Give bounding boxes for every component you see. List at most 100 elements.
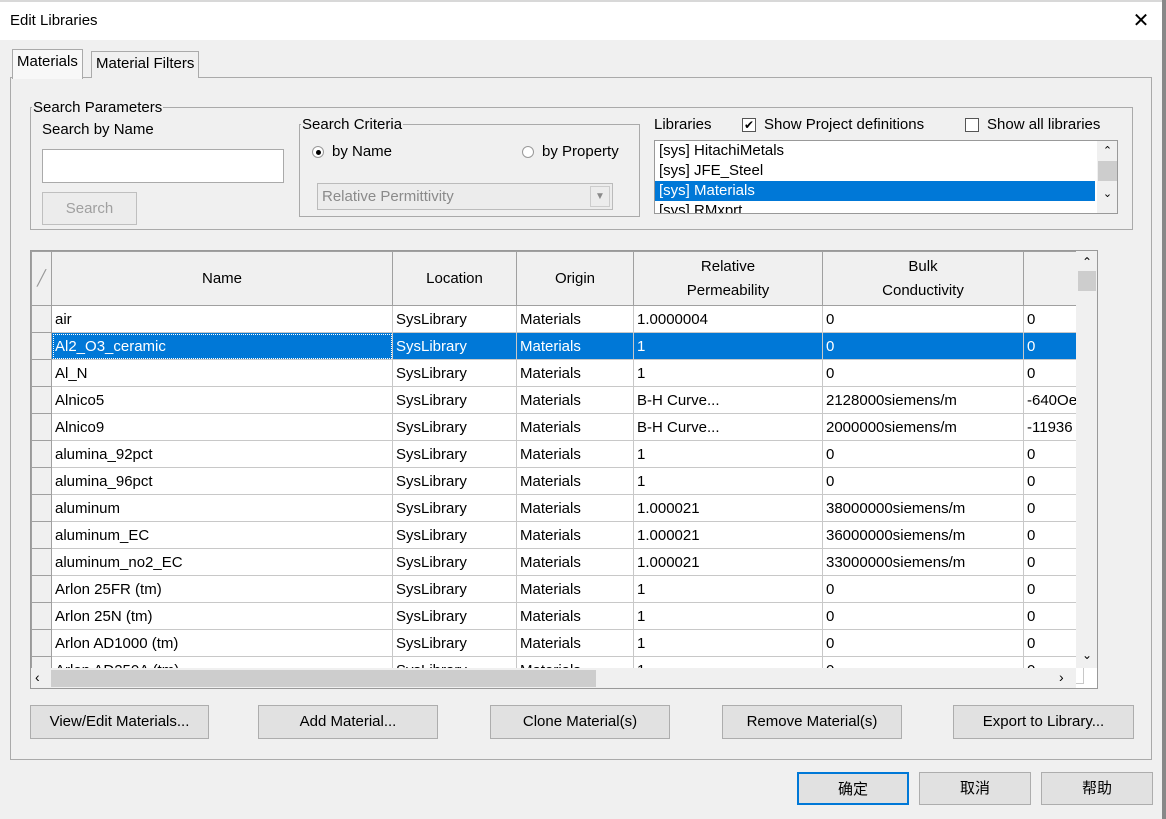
cell-bulk-conductivity[interactable]: 2000000siemens/m — [822, 413, 1024, 441]
cell-bulk-conductivity[interactable]: 0 — [822, 440, 1024, 468]
cell-bulk-conductivity[interactable]: 33000000siemens/m — [822, 548, 1024, 576]
cell-origin[interactable]: Materials — [516, 629, 634, 657]
table-row[interactable]: aluminum_no2_EC SysLibrary Materials 1.0000… — [31, 548, 1084, 576]
cell-bulk-conductivity[interactable]: 0 — [822, 602, 1024, 630]
row-header[interactable] — [31, 548, 52, 576]
cell-name[interactable]: aluminum — [51, 494, 393, 522]
remove-materials-button[interactable]: Remove Material(s) — [722, 705, 902, 739]
cancel-button[interactable]: 取消 — [919, 772, 1031, 805]
cell-bulk-conductivity[interactable]: 0 — [822, 575, 1024, 603]
list-item[interactable]: [sys] HitachiMetals — [655, 141, 1095, 161]
row-header[interactable] — [31, 602, 52, 630]
show-all-checkbox[interactable]: Show all libraries — [965, 116, 1100, 133]
column-header-location[interactable]: Location — [392, 251, 517, 306]
cell-bulk-conductivity[interactable]: 0 — [822, 467, 1024, 495]
cell-name[interactable]: Al_N — [51, 359, 393, 387]
property-select[interactable]: Relative Permittivity ▼ — [317, 183, 613, 210]
cell-bulk-conductivity[interactable]: 2128000siemens/m — [822, 386, 1024, 414]
cell-extra[interactable]: 0 — [1023, 332, 1084, 360]
cell-name[interactable]: Alnico9 — [51, 413, 393, 441]
scroll-thumb[interactable] — [1098, 161, 1117, 181]
cell-name[interactable]: alumina_92pct — [51, 440, 393, 468]
cell-extra[interactable]: -11936 — [1023, 413, 1084, 441]
cell-origin[interactable]: Materials — [516, 521, 634, 549]
row-header[interactable] — [31, 332, 52, 360]
cell-location[interactable]: SysLibrary — [392, 359, 517, 387]
radio-by-property[interactable]: by Property — [522, 143, 619, 160]
clone-materials-button[interactable]: Clone Material(s) — [490, 705, 670, 739]
table-vertical-scrollbar[interactable]: ⌃ ⌄ — [1076, 251, 1097, 668]
cell-relative-permeability[interactable]: 1.000021 — [633, 494, 823, 522]
cell-location[interactable]: SysLibrary — [392, 305, 517, 333]
radio-by-name[interactable]: by Name — [312, 143, 392, 160]
cell-origin[interactable]: Materials — [516, 467, 634, 495]
cell-location[interactable]: SysLibrary — [392, 413, 517, 441]
column-header-name[interactable]: Name — [51, 251, 393, 306]
cell-name[interactable]: aluminum_no2_EC — [51, 548, 393, 576]
export-to-library-button[interactable]: Export to Library... — [953, 705, 1134, 739]
table-row[interactable]: Al_N SysLibrary Materials 1 0 0 — [31, 359, 1084, 387]
scroll-thumb[interactable] — [51, 670, 596, 687]
row-header[interactable] — [31, 305, 52, 333]
sort-header-corner[interactable]: ╱ — [31, 251, 52, 306]
table-row[interactable]: alumina_96pct SysLibrary Materials 1 0 0 — [31, 467, 1084, 495]
cell-origin[interactable]: Materials — [516, 602, 634, 630]
libraries-list[interactable]: [sys] HitachiMetals [sys] JFE_Steel [sys… — [654, 140, 1118, 214]
cell-extra[interactable]: 0 — [1023, 305, 1084, 333]
cell-bulk-conductivity[interactable]: 0 — [822, 629, 1024, 657]
cell-relative-permeability[interactable]: 1 — [633, 332, 823, 360]
list-item[interactable]: [sys] Materials — [655, 181, 1095, 201]
row-header[interactable] — [31, 494, 52, 522]
cell-name[interactable]: aluminum_EC — [51, 521, 393, 549]
table-horizontal-scrollbar[interactable]: ‹ › — [31, 668, 1076, 688]
cell-origin[interactable]: Materials — [516, 494, 634, 522]
column-header-relative-permeability[interactable]: Relative Permeability — [633, 251, 823, 306]
cell-location[interactable]: SysLibrary — [392, 575, 517, 603]
cell-origin[interactable]: Materials — [516, 548, 634, 576]
ok-button[interactable]: 确定 — [797, 772, 909, 805]
cell-location[interactable]: SysLibrary — [392, 629, 517, 657]
cell-relative-permeability[interactable]: 1 — [633, 629, 823, 657]
cell-name[interactable]: Arlon 25FR (tm) — [51, 575, 393, 603]
table-row[interactable]: Arlon AD1000 (tm) SysLibrary Materials 1 0 0 — [31, 629, 1084, 657]
cell-location[interactable]: SysLibrary — [392, 386, 517, 414]
cell-relative-permeability[interactable]: 1 — [633, 440, 823, 468]
search-button[interactable]: Search — [42, 192, 137, 225]
help-button[interactable]: 帮助 — [1041, 772, 1153, 805]
cell-relative-permeability[interactable]: B-H Curve... — [633, 386, 823, 414]
cell-relative-permeability[interactable]: 1 — [633, 359, 823, 387]
row-header[interactable] — [31, 413, 52, 441]
cell-name[interactable]: alumina_96pct — [51, 467, 393, 495]
chevron-down-icon[interactable]: ⌄ — [1076, 648, 1097, 668]
cell-extra[interactable]: 0 — [1023, 494, 1084, 522]
cell-origin[interactable]: Materials — [516, 440, 634, 468]
scroll-thumb[interactable] — [1078, 271, 1096, 291]
table-row[interactable]: Alnico5 SysLibrary Materials B-H Curve... 21… — [31, 386, 1084, 414]
row-header[interactable] — [31, 386, 52, 414]
cell-origin[interactable]: Materials — [516, 413, 634, 441]
table-row[interactable]: alumina_92pct SysLibrary Materials 1 0 0 — [31, 440, 1084, 468]
cell-location[interactable]: SysLibrary — [392, 602, 517, 630]
cell-location[interactable]: SysLibrary — [392, 440, 517, 468]
table-row[interactable]: aluminum SysLibrary Materials 1.000021 38000… — [31, 494, 1084, 522]
chevron-down-icon[interactable]: ⌄ — [1097, 181, 1117, 207]
row-header[interactable] — [31, 359, 52, 387]
table-row[interactable]: Al2_O3_ceramic SysLibrary Materials 1 0 0 — [31, 332, 1084, 360]
cell-location[interactable]: SysLibrary — [392, 467, 517, 495]
cell-extra[interactable]: 0 — [1023, 440, 1084, 468]
table-row[interactable]: Alnico9 SysLibrary Materials B-H Curve... 20… — [31, 413, 1084, 441]
cell-name[interactable]: Arlon 25N (tm) — [51, 602, 393, 630]
cell-name[interactable]: Al2_O3_ceramic — [51, 332, 393, 360]
table-row[interactable]: Arlon 25N (tm) SysLibrary Materials 1 0 0 — [31, 602, 1084, 630]
cell-location[interactable]: SysLibrary — [392, 332, 517, 360]
tab-materials[interactable]: Materials — [12, 49, 83, 79]
cell-extra[interactable]: 0 — [1023, 521, 1084, 549]
chevron-up-icon[interactable]: ⌃ — [1076, 251, 1097, 271]
close-icon[interactable]: ✕ — [1128, 8, 1154, 34]
cell-name[interactable]: air — [51, 305, 393, 333]
cell-bulk-conductivity[interactable]: 38000000siemens/m — [822, 494, 1024, 522]
cell-location[interactable]: SysLibrary — [392, 521, 517, 549]
chevron-left-icon[interactable]: ‹ — [35, 669, 40, 685]
materials-table[interactable]: ╱ Name Location Origin Relative Permeabil… — [30, 250, 1098, 689]
column-header-bulk-conductivity[interactable]: Bulk Conductivity — [822, 251, 1024, 306]
